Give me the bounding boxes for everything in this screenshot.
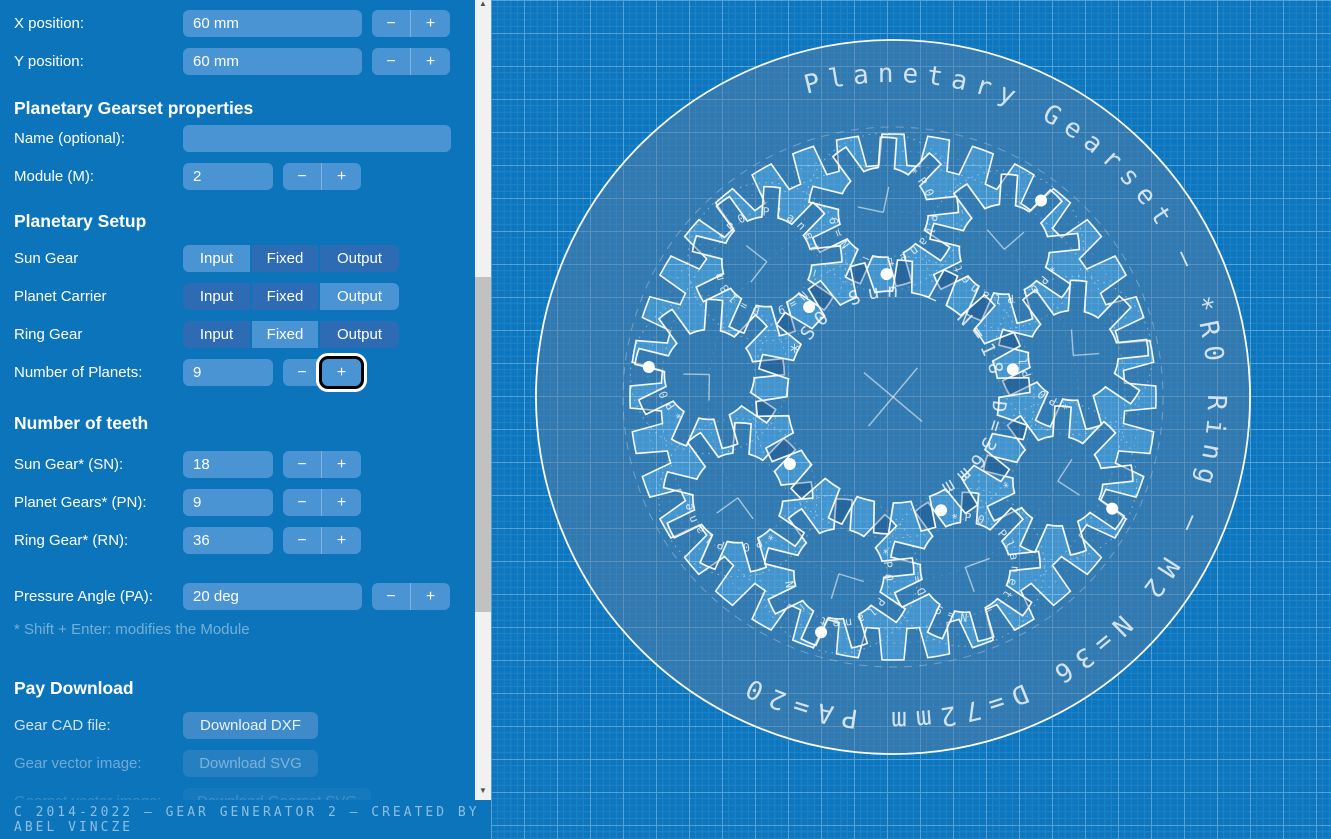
pitch-point-dot (881, 268, 893, 280)
x-position-minus-button[interactable]: − (372, 10, 411, 37)
ring-gear-role-label: Ring Gear (14, 326, 183, 343)
number-of-planets-input[interactable]: 9 (183, 359, 273, 386)
pressure-angle-input[interactable]: 20 deg (183, 583, 362, 610)
sun-teeth-row: Sun Gear* (SN): 18 − + (14, 451, 475, 478)
pitch-point-dot (1035, 195, 1047, 207)
ring-gear-input-button[interactable]: Input (183, 321, 250, 348)
number-of-planets-row: Number of Planets: 9 − + (14, 359, 475, 386)
pressure-angle-label: Pressure Angle (PA): (14, 588, 183, 605)
properties-heading: Planetary Gearset properties (14, 97, 475, 119)
svg-download-row: Gear vector image: Download SVG (14, 750, 475, 777)
pressure-angle-stepper: − + (372, 583, 450, 610)
y-position-input[interactable]: 60 mm (183, 48, 362, 75)
sun-gear-output-button[interactable]: Output (320, 245, 399, 272)
sun-gear-role-toggle: Input Fixed Output (183, 245, 399, 272)
planet-carrier-output-button[interactable]: Output (320, 283, 399, 310)
setup-heading: Planetary Setup (14, 210, 475, 232)
pressure-angle-plus-button[interactable]: + (411, 583, 450, 610)
download-gearset-svg-button[interactable]: Download Gearset SVG (183, 788, 371, 800)
pay-download-heading: Pay Download (14, 677, 475, 699)
ring-gear-fixed-button[interactable]: Fixed (252, 321, 318, 348)
name-input[interactable] (183, 125, 451, 152)
copyright-text: C 2014-2022 – GEAR GENERATOR 2 – CREATED… (14, 805, 491, 835)
module-label: Module (M): (14, 168, 183, 185)
settings-sidebar: X position: 60 mm − + Y position: 60 mm … (0, 0, 475, 800)
footer-bar: C 2014-2022 – GEAR GENERATOR 2 – CREATED… (0, 800, 491, 839)
sun-gear-role-row: Sun Gear Input Fixed Output (14, 245, 475, 272)
planet-teeth-row: Planet Gears* (PN): 9 − + (14, 489, 475, 516)
planet-carrier-role-label: Planet Carrier (14, 288, 183, 305)
x-position-label: X position: (14, 15, 183, 32)
sun-teeth-input[interactable]: 18 (183, 451, 273, 478)
scrollbar-up-icon[interactable]: ▲ (475, 0, 491, 11)
sun-teeth-minus-button[interactable]: − (283, 451, 322, 478)
cad-file-label: Gear CAD file: (14, 717, 183, 734)
gear-generator-app: X position: 60 mm − + Y position: 60 mm … (0, 0, 1331, 839)
number-of-planets-plus-button[interactable]: + (322, 359, 361, 386)
pitch-point-dot (1007, 363, 1019, 375)
y-position-minus-button[interactable]: − (372, 48, 411, 75)
planet-teeth-minus-button[interactable]: − (283, 489, 322, 516)
module-row: Module (M): 2 − + (14, 163, 475, 190)
y-position-plus-button[interactable]: + (411, 48, 450, 75)
pressure-angle-row: Pressure Angle (PA): 20 deg − + (14, 583, 475, 610)
x-position-row: X position: 60 mm − + (14, 10, 475, 37)
ring-gear-role-row: Ring Gear Input Fixed Output (14, 321, 475, 348)
pitch-point-dot (1106, 503, 1118, 515)
pitch-point-dot (935, 504, 947, 516)
pitch-point-dot (784, 458, 796, 470)
gearset-svg-download-row: Gearset vector image: Download Gearset S… (14, 788, 475, 800)
ring-teeth-input[interactable]: 36 (183, 527, 273, 554)
number-of-planets-label: Number of Planets: (14, 364, 183, 381)
number-of-planets-stepper: − + (283, 359, 361, 386)
x-position-plus-button[interactable]: + (411, 10, 450, 37)
planet-teeth-plus-button[interactable]: + (322, 489, 361, 516)
planet-carrier-fixed-button[interactable]: Fixed (252, 283, 318, 310)
ring-gear-output-button[interactable]: Output (320, 321, 399, 348)
planet-carrier-role-row: Planet Carrier Input Fixed Output (14, 283, 475, 310)
y-position-label: Y position: (14, 53, 183, 70)
blueprint-canvas[interactable]: Planetary Gearset – *R0 Ring – M2 N=36 D… (491, 0, 1331, 839)
planet-teeth-label: Planet Gears* (PN): (14, 494, 183, 511)
pressure-angle-minus-button[interactable]: − (372, 583, 411, 610)
planet-carrier-input-button[interactable]: Input (183, 283, 250, 310)
number-of-planets-minus-button[interactable]: − (283, 359, 322, 386)
sun-gear-role-label: Sun Gear (14, 250, 183, 267)
y-position-row: Y position: 60 mm − + (14, 48, 475, 75)
sun-teeth-label: Sun Gear* (SN): (14, 456, 183, 473)
module-input[interactable]: 2 (183, 163, 273, 190)
scrollbar-thumb[interactable] (475, 277, 491, 612)
ring-teeth-stepper: − + (283, 527, 361, 554)
x-position-input[interactable]: 60 mm (183, 10, 362, 37)
sidebar-scrollbar[interactable]: ▲ ▼ (475, 0, 491, 800)
ring-teeth-label: Ring Gear* (RN): (14, 532, 183, 549)
sun-gear-input-button[interactable]: Input (183, 245, 250, 272)
gearset-vector-image-label: Gearset vector image: (14, 793, 183, 800)
planet-teeth-stepper: − + (283, 489, 361, 516)
sun-teeth-plus-button[interactable]: + (322, 451, 361, 478)
scrollbar-down-icon[interactable]: ▼ (475, 783, 491, 798)
ring-teeth-row: Ring Gear* (RN): 36 − + (14, 527, 475, 554)
name-row: Name (optional): (14, 125, 475, 152)
y-position-stepper: − + (372, 48, 450, 75)
cad-download-row: Gear CAD file: Download DXF (14, 712, 475, 739)
ring-teeth-minus-button[interactable]: − (283, 527, 322, 554)
shift-enter-hint: * Shift + Enter: modifies the Module (14, 621, 475, 640)
module-stepper: − + (283, 163, 361, 190)
download-dxf-button[interactable]: Download DXF (183, 712, 318, 739)
x-position-stepper: − + (372, 10, 450, 37)
ring-teeth-plus-button[interactable]: + (322, 527, 361, 554)
vector-image-label: Gear vector image: (14, 755, 183, 772)
module-plus-button[interactable]: + (322, 163, 361, 190)
sun-gear-fixed-button[interactable]: Fixed (252, 245, 318, 272)
name-label: Name (optional): (14, 130, 183, 147)
ring-gear-role-toggle: Input Fixed Output (183, 321, 399, 348)
planet-carrier-role-toggle: Input Fixed Output (183, 283, 399, 310)
teeth-heading: Number of teeth (14, 412, 475, 434)
planet-teeth-input[interactable]: 9 (183, 489, 273, 516)
download-svg-button[interactable]: Download SVG (183, 750, 318, 777)
sun-teeth-stepper: − + (283, 451, 361, 478)
pitch-point-dot (643, 361, 655, 373)
module-minus-button[interactable]: − (283, 163, 322, 190)
